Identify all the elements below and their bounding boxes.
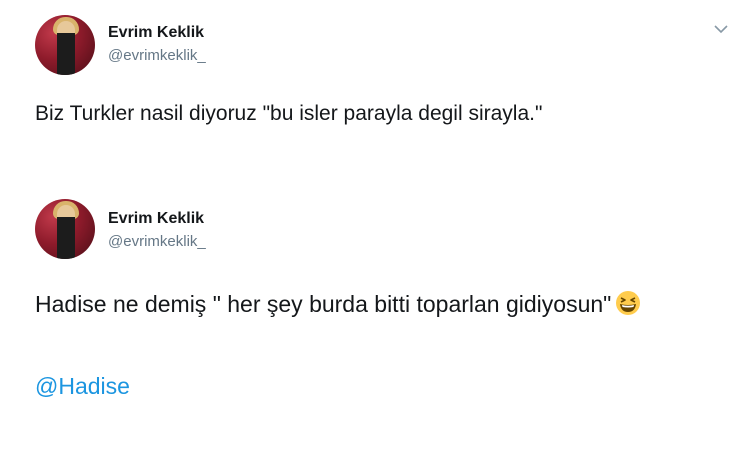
tweet-text: Biz Turkler nasil diyoruz "bu isler para…: [35, 102, 543, 125]
display-name[interactable]: Evrim Keklik: [108, 24, 204, 42]
user-handle[interactable]: @evrimkeklik_: [108, 47, 206, 64]
display-name[interactable]: Evrim Keklik: [108, 210, 204, 228]
avatar-figure: [57, 21, 75, 75]
tweet-text: Hadise ne demiş " her şey burda bitti to…: [35, 286, 725, 322]
tweet-card[interactable]: Evrim Keklik @evrimkeklik_ Biz Turkler n…: [0, 0, 750, 180]
tweet-card[interactable]: Evrim Keklik @evrimkeklik_ Hadise ne dem…: [0, 185, 750, 450]
mention-link[interactable]: @Hadise: [35, 373, 130, 400]
avatar[interactable]: [35, 199, 95, 259]
avatar[interactable]: [35, 15, 95, 75]
tweet-text-body: Hadise ne demiş " her şey burda bitti to…: [35, 291, 612, 317]
user-handle[interactable]: @evrimkeklik_: [108, 233, 206, 250]
chevron-down-icon[interactable]: [714, 24, 728, 34]
avatar-figure: [57, 205, 75, 259]
grinning-squinting-face-icon: [616, 291, 641, 315]
